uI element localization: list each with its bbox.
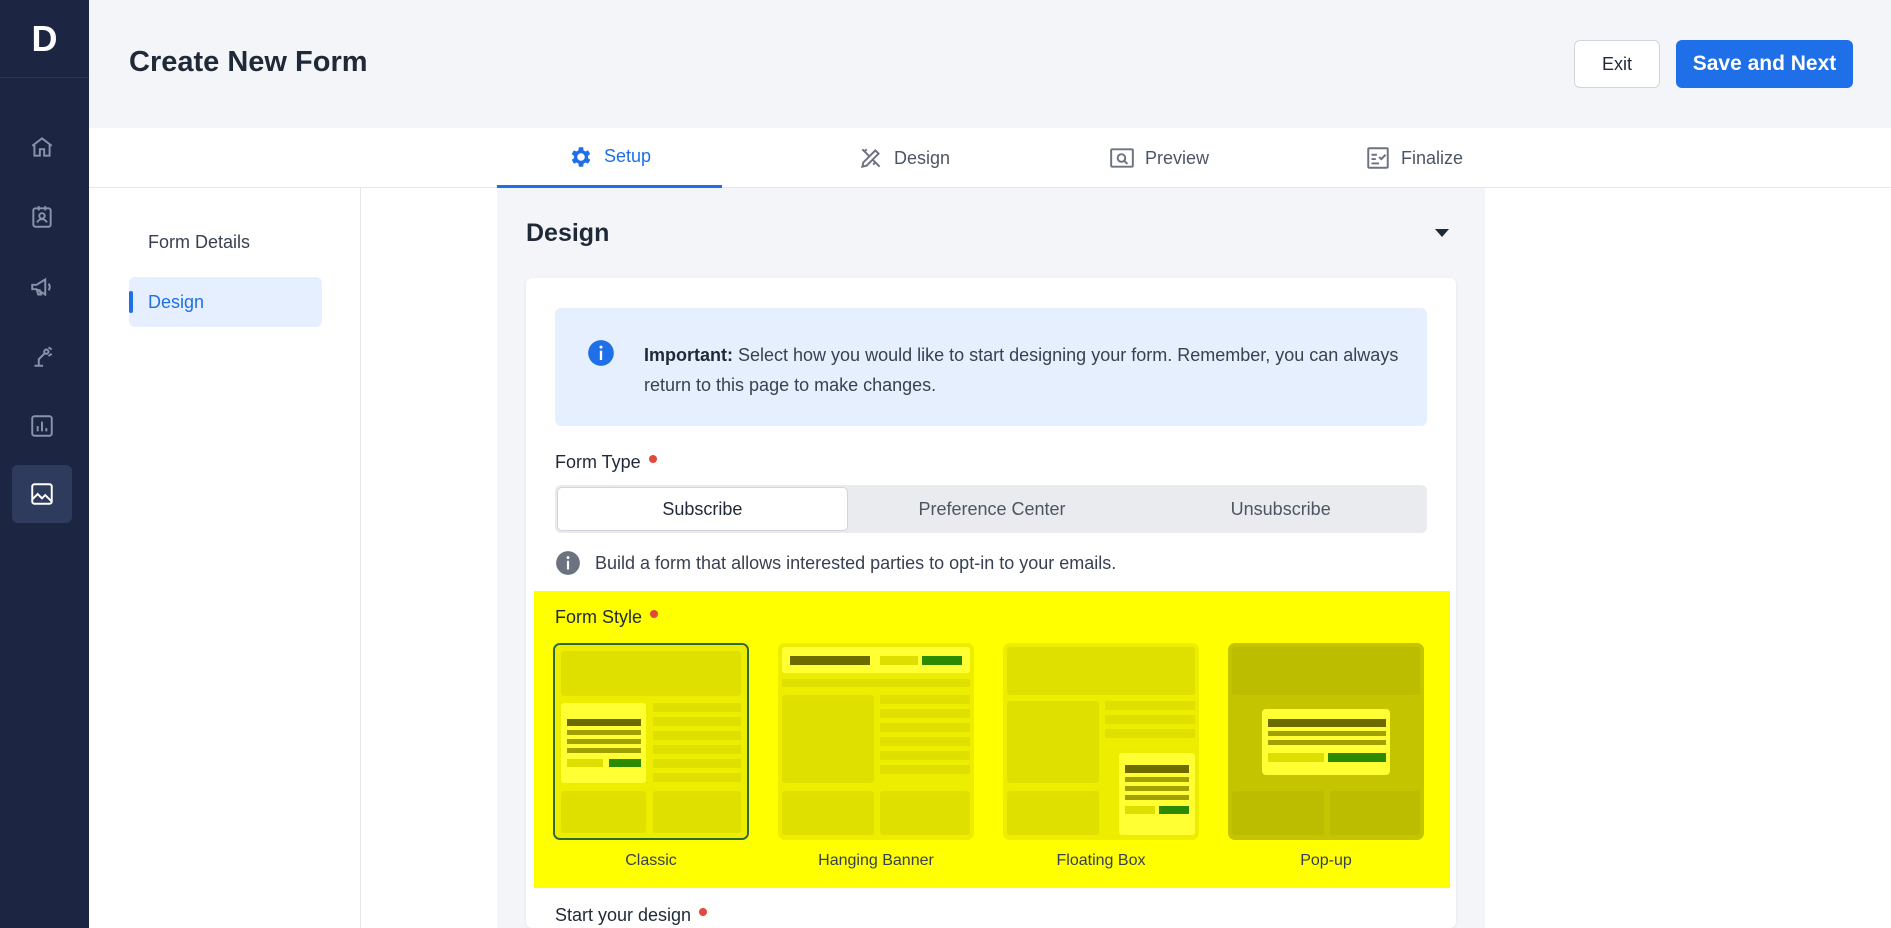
required-indicator [699,907,708,916]
form-style-option-classic[interactable] [553,643,749,840]
form-style-name-floating-box: Floating Box [1056,852,1146,869]
page-title: Create New Form [129,46,368,78]
classic-layout-thumbnail [555,645,747,838]
tab-finalize[interactable]: Finalize [1314,128,1514,188]
alert-message: Important: Select how you would like to … [644,340,1414,400]
home-icon [31,137,53,157]
form-type-option-unsubscribe[interactable]: Unsubscribe [1136,487,1425,531]
form-style-label-text: Form Style [555,607,643,627]
form-style-name-hanging-banner: Hanging Banner [818,852,934,869]
reports-icon [31,415,53,437]
alert-strong: Important: [644,345,733,365]
hanging-banner-layout-thumbnail [778,643,974,840]
section-subnav: Form Details Design [89,188,361,928]
form-type-option-preference-center[interactable]: Preference Center [848,487,1137,531]
form-type-option-subscribe[interactable]: Subscribe [557,487,848,531]
exit-button[interactable]: Exit [1574,40,1660,88]
subnav-item-form-details[interactable]: Form Details [129,217,322,267]
image-icon [31,483,53,505]
start-design-label: Start your design [555,905,708,926]
logo-letter: D [31,17,58,59]
form-type-selector: Subscribe Preference Center Unsubscribe [555,485,1427,533]
rail-automation-button[interactable] [12,327,72,385]
form-type-hint-text: Build a form that allows interested part… [595,552,1117,573]
subnav-item-design[interactable]: Design [129,277,322,327]
form-style-option-floating-box[interactable] [1003,643,1199,840]
tab-setup-label: Setup [603,146,652,166]
form-style-name-classic: Classic [625,852,677,869]
step-tabs: Setup Design Preview Finalize [89,128,1891,188]
design-tools-icon [860,148,881,169]
alert-body: Select how you would like to start desig… [644,345,1399,395]
required-indicator [648,454,657,463]
rail-reports-button[interactable] [12,397,72,455]
start-design-label-text: Start your design [555,905,692,925]
form-type-label-text: Form Type [555,452,641,472]
contacts-icon [32,206,52,228]
rail-home-button[interactable] [12,118,72,176]
tab-design[interactable]: Design [804,128,1004,188]
info-circle-icon [556,551,580,575]
form-style-option-hanging-banner[interactable] [778,643,974,840]
tab-preview[interactable]: Preview [1059,128,1259,188]
important-alert: Important: Select how you would like to … [555,308,1427,426]
tab-finalize-label: Finalize [1400,147,1464,168]
form-type-label: Form Type [555,452,657,473]
section-title: Design [526,219,610,247]
tab-setup[interactable]: Setup [497,128,722,188]
form-style-name-pop-up: Pop-up [1300,852,1352,869]
preview-icon [1110,148,1134,168]
form-style-group: Form Style Classic Hanging Banner Floati… [534,591,1450,888]
rail-campaigns-button[interactable] [12,258,72,316]
checklist-icon [1367,147,1389,169]
design-card: Important: Select how you would like to … [526,278,1456,928]
pop-up-layout-thumbnail [1228,643,1424,840]
collapse-caret-icon[interactable] [1435,229,1449,237]
rail-contacts-button[interactable] [12,188,72,246]
tab-design-label: Design [893,147,951,168]
megaphone-icon [31,277,51,297]
page-header: Create New Form Exit Save and Next [89,0,1891,128]
tab-preview-label: Preview [1144,147,1210,168]
app-logo[interactable]: D [0,0,89,78]
save-and-next-button[interactable]: Save and Next [1676,40,1853,88]
form-style-option-pop-up[interactable] [1228,643,1424,840]
required-indicator [650,609,659,618]
floating-box-layout-thumbnail [1003,643,1199,840]
form-type-hint: Build a form that allows interested part… [555,550,1116,576]
rail-images-button[interactable] [12,465,72,523]
form-style-label: Form Style [555,607,659,628]
design-section: Design Important: Select how you would l… [497,188,1485,928]
automation-icon [34,346,53,367]
info-icon [588,340,614,366]
gear-icon [571,146,591,167]
app-rail: D [0,0,89,928]
